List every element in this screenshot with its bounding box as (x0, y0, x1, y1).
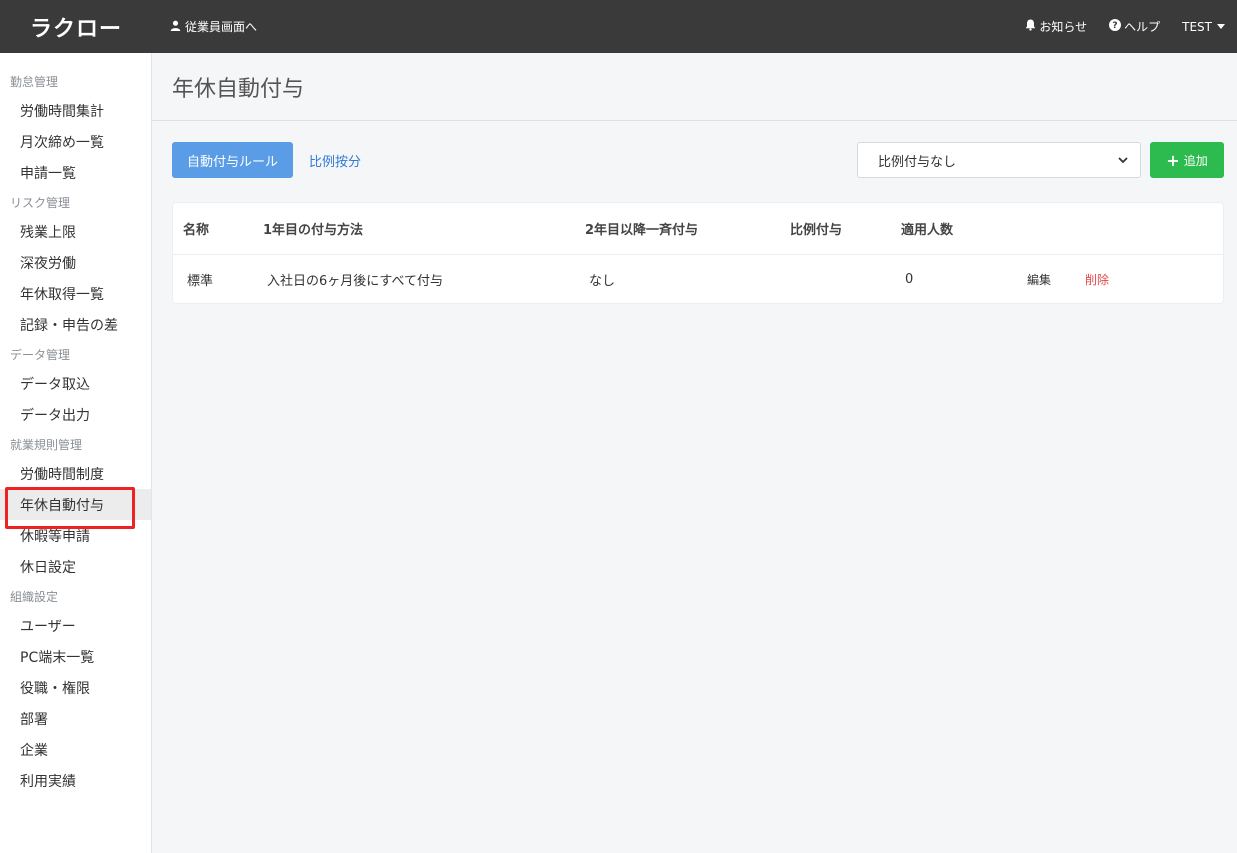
sidebar-item-overtime-limit[interactable]: 残業上限 (0, 216, 151, 247)
sidebar-item-pc-terminals[interactable]: PC端末一覧 (0, 641, 151, 672)
cell-count: 0 (905, 271, 914, 287)
employee-link-label: 従業員画面へ (185, 20, 258, 34)
top-navbar: ラクロー 従業員画面へ お知らせ ? ヘルプ TEST (0, 0, 1237, 53)
plus-icon: + (1166, 150, 1180, 170)
caret-down-icon (1217, 24, 1225, 29)
question-circle-icon: ? (1109, 19, 1122, 34)
auto-grant-rule-button[interactable]: 自動付与ルール (172, 142, 294, 178)
sidebar-item-roles-permissions[interactable]: 役職・権限 (0, 672, 151, 703)
add-button-label: 追加 (1183, 153, 1208, 168)
table-row: 標準 入社日の6ヶ月後にすべて付与 なし 0 編集 削除 (173, 255, 1223, 303)
employee-screen-link[interactable]: 従業員画面へ (170, 18, 257, 35)
app-logo[interactable]: ラクロー (0, 11, 152, 43)
sidebar-section-title: データ管理 (10, 347, 71, 362)
user-menu-dropdown[interactable]: TEST (1182, 20, 1225, 34)
svg-text:?: ? (1113, 21, 1118, 31)
column-header-proportional: 比例付与 (790, 223, 843, 238)
proportional-allocation-link[interactable]: 比例按分 (309, 151, 361, 170)
select-value: 比例付与なし (878, 154, 957, 170)
user-name: TEST (1182, 19, 1212, 34)
toolbar: 自動付与ルール 比例按分 比例付与なし + 追加 (172, 142, 1224, 178)
column-header-second-year: 2年目以降一斉付与 (585, 223, 699, 238)
column-header-first-year: 1年目の付与方法 (263, 223, 364, 238)
chevron-down-icon (1118, 154, 1128, 167)
cell-first-year: 入社日の6ヶ月後にすべて付与 (267, 273, 443, 289)
page-header: 年休自動付与 (152, 53, 1237, 121)
column-header-name: 名称 (183, 223, 210, 238)
sidebar-item-usage[interactable]: 利用実績 (0, 765, 151, 796)
add-button[interactable]: + 追加 (1150, 142, 1224, 178)
sidebar-item-monthly-closing[interactable]: 月次締め一覧 (0, 126, 151, 157)
notifications-button[interactable]: お知らせ (1025, 18, 1087, 35)
sidebar-item-departments[interactable]: 部署 (0, 703, 151, 734)
sidebar-item-record-diff[interactable]: 記録・申告の差 (0, 309, 151, 340)
notifications-label: お知らせ (1039, 20, 1088, 34)
user-icon (170, 20, 181, 34)
sidebar-item-company[interactable]: 企業 (0, 734, 151, 765)
column-header-applicants: 適用人数 (901, 223, 954, 238)
sidebar-item-work-hours-summary[interactable]: 労働時間集計 (0, 95, 151, 126)
sidebar-section-title: 勤怠管理 (10, 74, 59, 89)
sidebar-item-users[interactable]: ユーザー (0, 610, 151, 641)
delete-link[interactable]: 削除 (1085, 273, 1109, 287)
rules-table: 名称 1年目の付与方法 2年目以降一斉付与 比例付与 適用人数 標準 入社日の6… (172, 202, 1224, 304)
table-header-row: 名称 1年目の付与方法 2年目以降一斉付与 比例付与 適用人数 (173, 203, 1223, 255)
sidebar-section-title: 組織設定 (10, 589, 59, 604)
sidebar-item-holiday-settings[interactable]: 休日設定 (0, 551, 151, 582)
sidebar-item-leave-taken[interactable]: 年休取得一覧 (0, 278, 151, 309)
sidebar-item-work-hour-system[interactable]: 労働時間制度 (0, 458, 151, 489)
main-content: 年休自動付与 自動付与ルール 比例按分 比例付与なし + 追加 名称 1年目の付… (152, 53, 1237, 853)
sidebar-item-auto-leave-grant[interactable]: 年休自動付与 (0, 487, 151, 529)
sidebar-section-title: リスク管理 (10, 195, 71, 210)
cell-second-year: なし (589, 273, 616, 289)
sidebar-section-title: 就業規則管理 (10, 437, 83, 452)
sidebar-item-night-work[interactable]: 深夜労働 (0, 247, 151, 278)
help-label: ヘルプ (1124, 20, 1161, 34)
help-button[interactable]: ? ヘルプ (1109, 18, 1160, 35)
sidebar-item-requests[interactable]: 申請一覧 (0, 157, 151, 188)
page-title: 年休自動付与 (172, 76, 305, 102)
edit-link[interactable]: 編集 (1027, 273, 1051, 287)
proportional-grant-select[interactable]: 比例付与なし (857, 142, 1141, 178)
sidebar: 勤怠管理 労働時間集計 月次締め一覧 申請一覧 リスク管理 残業上限 深夜労働 … (0, 53, 152, 853)
sidebar-item-data-export[interactable]: データ出力 (0, 399, 151, 430)
bell-icon (1025, 19, 1036, 34)
sidebar-item-data-import[interactable]: データ取込 (0, 368, 151, 399)
cell-name: 標準 (187, 273, 214, 289)
